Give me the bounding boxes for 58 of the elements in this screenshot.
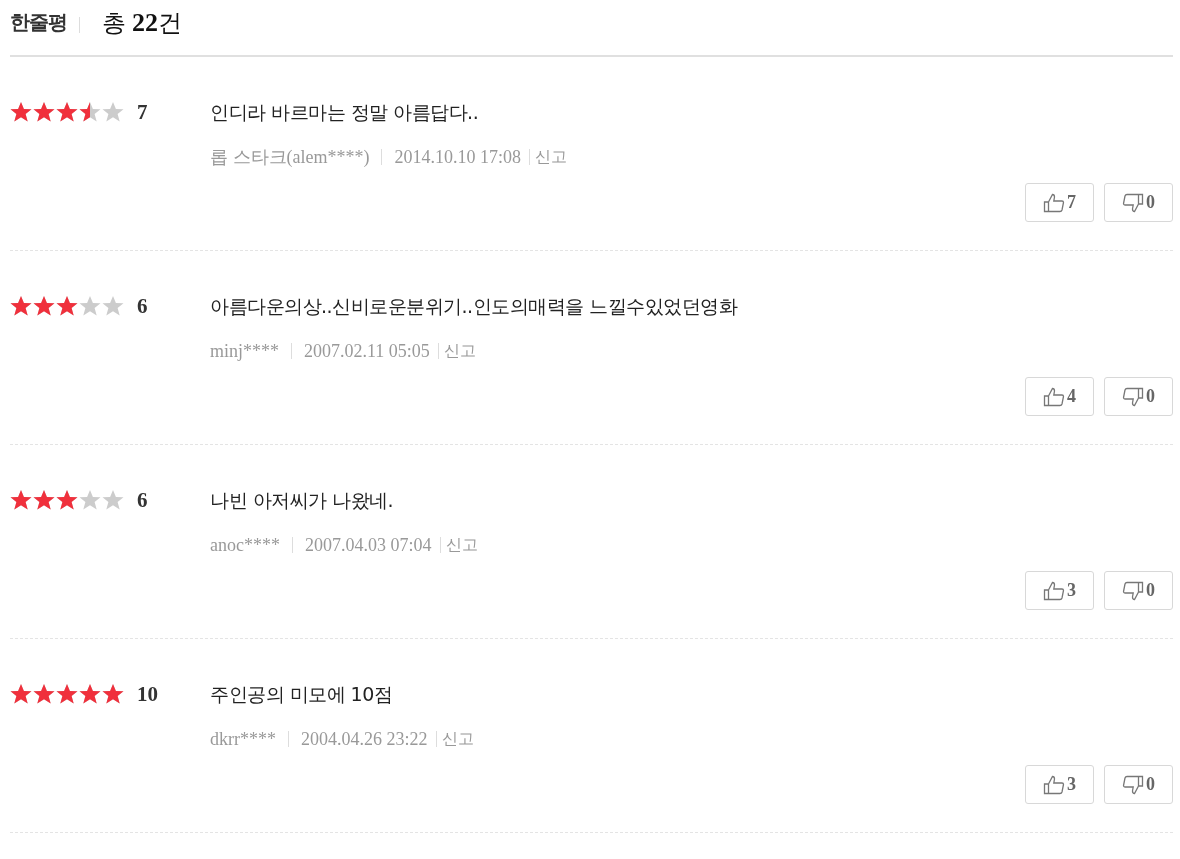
star-icon	[33, 683, 55, 705]
thumbs-down-icon	[1122, 192, 1144, 213]
thumbs-down-icon	[1122, 774, 1144, 795]
star-icon	[102, 489, 124, 511]
star-icon	[56, 295, 78, 317]
thumbs-down-icon	[1122, 386, 1144, 407]
section-title: 한줄평	[10, 9, 67, 36]
thumbs-up-icon	[1043, 192, 1065, 213]
score: 7	[137, 101, 148, 123]
review-date: 2004.04.26 23:22	[301, 728, 428, 750]
star-icon	[102, 683, 124, 705]
star-icon	[10, 489, 32, 511]
report-link[interactable]: 신고	[443, 340, 476, 362]
review-count: 총 22건	[102, 6, 182, 39]
report-link[interactable]: 신고	[441, 728, 474, 750]
star-icon	[56, 489, 78, 511]
author-name: dkrr****	[210, 728, 276, 750]
dislike-button[interactable]: 0	[1104, 183, 1173, 222]
star-icon	[79, 489, 101, 511]
review-date: 2007.02.11 05:05	[304, 340, 430, 362]
star-icon	[79, 683, 101, 705]
score: 6	[137, 489, 148, 511]
like-button[interactable]: 3	[1025, 571, 1094, 610]
author-name: minj****	[210, 340, 279, 362]
star-icon	[102, 295, 124, 317]
thumbs-up-icon	[1043, 386, 1065, 407]
star-icon	[56, 683, 78, 705]
thumbs-up-icon	[1043, 774, 1065, 795]
star-icon	[79, 101, 101, 123]
star-icon	[79, 295, 101, 317]
star-icon	[10, 295, 32, 317]
star-icon	[102, 101, 124, 123]
star-icon	[33, 489, 55, 511]
star-icon	[56, 101, 78, 123]
thumbs-up-icon	[1043, 580, 1065, 601]
dislike-button[interactable]: 0	[1104, 765, 1173, 804]
report-link[interactable]: 신고	[445, 534, 478, 556]
star-icon	[33, 295, 55, 317]
author-name: anoc****	[210, 534, 280, 556]
review-text: 인디라 바르마는 정말 아름답다..	[210, 100, 480, 125]
star-icon	[10, 683, 32, 705]
review-text: 주인공의 미모에 10점	[210, 682, 394, 707]
review-text: 나빈 아저씨가 나왔네.	[210, 488, 395, 513]
like-button[interactable]: 3	[1025, 765, 1094, 804]
review-text: 아름다운의상..신비로운분위기..인도의매력을 느낄수있었던영화	[210, 294, 739, 319]
star-icon	[33, 101, 55, 123]
score: 6	[137, 295, 148, 317]
review-date: 2007.04.03 07:04	[305, 534, 432, 556]
report-link[interactable]: 신고	[535, 146, 567, 168]
dislike-button[interactable]: 0	[1104, 377, 1173, 416]
like-button[interactable]: 4	[1025, 377, 1094, 416]
author-name: 롭 스타크(alem****)	[210, 146, 370, 169]
score: 10	[137, 683, 158, 705]
star-icon	[10, 101, 32, 123]
review-date: 2014.10.10 17:08	[394, 146, 521, 168]
like-button[interactable]: 7	[1025, 183, 1094, 222]
thumbs-down-icon	[1122, 580, 1144, 601]
dislike-button[interactable]: 0	[1104, 571, 1173, 610]
